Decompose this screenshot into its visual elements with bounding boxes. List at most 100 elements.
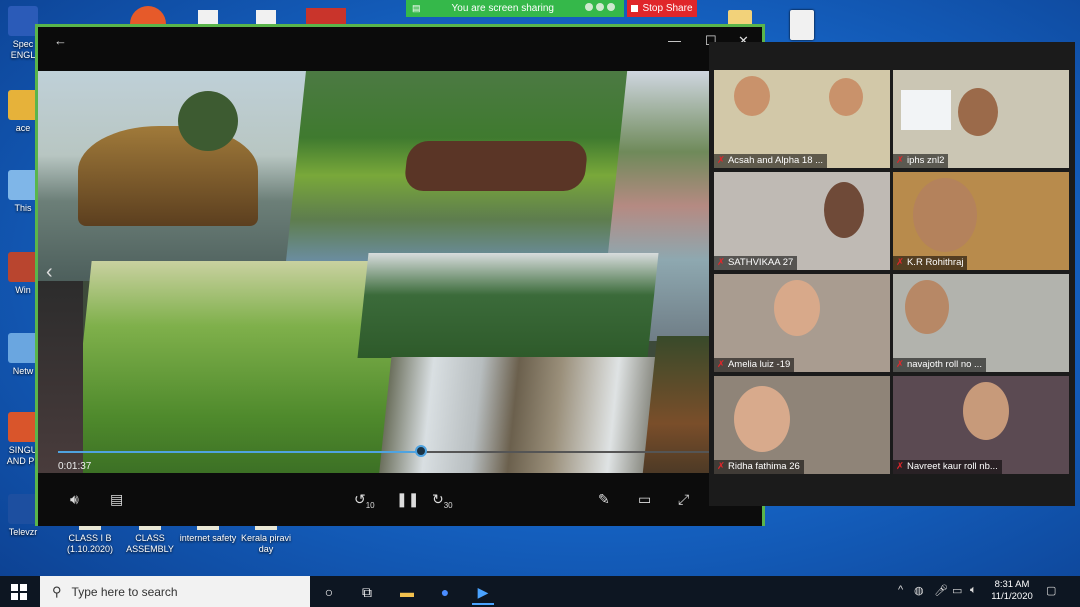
desktop-icon-label: Televzr [8,527,38,537]
participant-name: ✗ Ridha fathima 26 [714,460,804,474]
child-face [913,178,977,252]
desktop-file-icon[interactable] [790,10,814,40]
windows-logo-icon [11,583,27,600]
desktop-app-icon [8,6,38,36]
back-arrow-icon[interactable]: ← [54,33,67,48]
desktop-icon-label: Spec ENGL [10,39,36,60]
volume-icon[interactable]: 🔊︎ [70,491,79,508]
seek-thumb[interactable] [414,445,427,457]
desktop-file-icon[interactable] [198,10,218,24]
participant-tile[interactable]: ✗ K.R Rohithraj [893,172,1069,270]
desktop-icon-label: CLASS ASSEMBLY [126,533,174,554]
movies-tv-app-icon[interactable]: ▶ [472,581,494,605]
skip-forward-30-icon[interactable]: ↻30 [432,491,453,510]
participant-name: ✗ Navreet kaur roll nb... [893,460,1002,474]
child-face [905,280,949,334]
microphone-icon[interactable]: 🎤︎ [934,584,948,597]
mini-view-icon[interactable]: ▭ [638,491,651,508]
shield-icon[interactable] [596,3,604,11]
stop-share-button[interactable]: Stop Share [627,0,697,17]
valley-image [357,253,659,358]
cortana-icon[interactable]: ○ [318,581,340,603]
participant-name-text: K.R Rohithraj [906,257,964,268]
child-face [774,280,820,336]
child-face [829,78,863,116]
skip-back-10-icon[interactable]: ↺10 [354,491,375,510]
muted-mic-icon: ✗ [717,257,725,268]
participant-tile[interactable]: ✗ navajoth roll no ... [893,274,1069,372]
desktop-file-icon[interactable] [306,8,346,24]
muted-mic-icon: ✗ [717,359,725,370]
search-placeholder: Type here to search [71,584,178,599]
start-button[interactable] [0,576,38,607]
taskbar-search-box[interactable]: ⚲ Type here to search [40,576,310,607]
previous-chevron-icon[interactable]: ‹ [46,261,53,284]
banner-controls [585,3,618,14]
muted-mic-icon: ✗ [717,461,725,472]
volume-tray-icon[interactable]: 🔈︎ [970,584,977,597]
elephant-herd-shape [403,141,589,191]
file-explorer-icon[interactable]: ▬ [396,581,418,603]
whiteboard-shape [901,90,951,130]
clock-date: 11/1/2020 [991,591,1033,602]
teacher-face [958,88,998,136]
desktop-app-icon [8,90,38,120]
screen-sharing-text: You are screen sharing [451,3,554,14]
task-view-icon[interactable]: ⧉ [356,581,378,603]
participant-tile[interactable]: ✗ Navreet kaur roll nb... [893,376,1069,474]
minimize-button[interactable]: — [668,33,681,48]
participant-name-text: Navreet kaur roll nb... [906,461,998,472]
zoom-app-icon[interactable]: ● [434,581,456,603]
participant-name: ✗ K.R Rohithraj [893,256,968,270]
desktop-app-icon [8,252,38,282]
seek-bar[interactable] [58,445,742,457]
desktop-file-icon[interactable] [256,10,276,24]
desktop-icon-label: CLASS I B (1.10.2020) [66,533,114,554]
participant-name: ✗ Acsah and Alpha 18 ... [714,154,828,168]
child-face [734,386,790,452]
desktop-icon-kerala-piravi-day[interactable]: Kerala piravi day [236,522,296,555]
tray-app-icon[interactable]: ◍ [914,584,924,597]
participant-name-text: navajoth roll no ... [906,359,982,370]
stop-icon [631,5,639,12]
desktop-icon-label: internet safety [179,533,237,543]
participant-tile-active-speaker[interactable]: ✗ iphs znl2 [893,70,1069,168]
options-icon[interactable] [607,3,615,11]
participant-name-text: iphs znl2 [906,155,945,166]
participant-name: ✗ SATHVIKAA 27 [714,256,798,270]
screen-share-icon: ▤ [412,3,421,13]
participant-name: ✗ Amelia luiz -19 [714,358,795,372]
network-icon[interactable]: ▭ [952,584,962,597]
mic-icon[interactable] [585,3,593,11]
pause-icon[interactable]: ❚❚ [396,491,419,508]
child-face [734,76,770,116]
desktop-icon-class-assembly[interactable]: CLASS ASSEMBLY [120,522,180,555]
taskbar-clock[interactable]: 8:31 AM 11/1/2020 [987,579,1037,603]
participant-name-text: Acsah and Alpha 18 ... [727,155,824,166]
houseboat-shape [78,126,258,226]
desktop-icon-label: Kerala piravi day [240,533,292,554]
search-icon: ⚲ [52,583,62,599]
muted-mic-icon: ✗ [896,155,904,166]
participants-gallery: ✗ Acsah and Alpha 18 ... ✗ iphs znl2 ✗ SATH… [709,42,1075,506]
elephants-image [286,71,636,261]
desktop-icon-label: ace [15,123,31,133]
subtitles-icon[interactable]: ▤ [110,491,123,508]
participant-name: ✗ navajoth roll no ... [893,358,986,372]
player-controls: 🔊︎ ▤ ↺10 ❚❚ ↻30 ✎ ▭ ⤢ [38,473,762,526]
edit-pen-icon[interactable]: ✎ [598,491,610,508]
desktop-app-icon [8,412,38,442]
participant-tile[interactable]: ✗ Acsah and Alpha 18 ... [714,70,890,168]
muted-mic-icon: ✗ [896,359,904,370]
video-frame[interactable]: ‹ [38,71,762,511]
desktop-app-icon [8,170,38,200]
desktop-icon-label: Win [15,285,31,295]
action-center-icon[interactable]: ▢ [1046,584,1056,597]
fullscreen-icon[interactable]: ⤢ [678,491,689,508]
desktop-icon-class-ib[interactable]: CLASS I B (1.10.2020) [60,522,120,555]
tray-chevron-up-icon[interactable]: ^ [898,584,903,596]
participant-tile[interactable]: ✗ Ridha fathima 26 [714,376,890,474]
participant-tile[interactable]: ✗ Amelia luiz -19 [714,274,890,372]
participant-tile[interactable]: ✗ SATHVIKAA 27 [714,172,890,270]
desktop-file-icon[interactable] [130,6,166,24]
